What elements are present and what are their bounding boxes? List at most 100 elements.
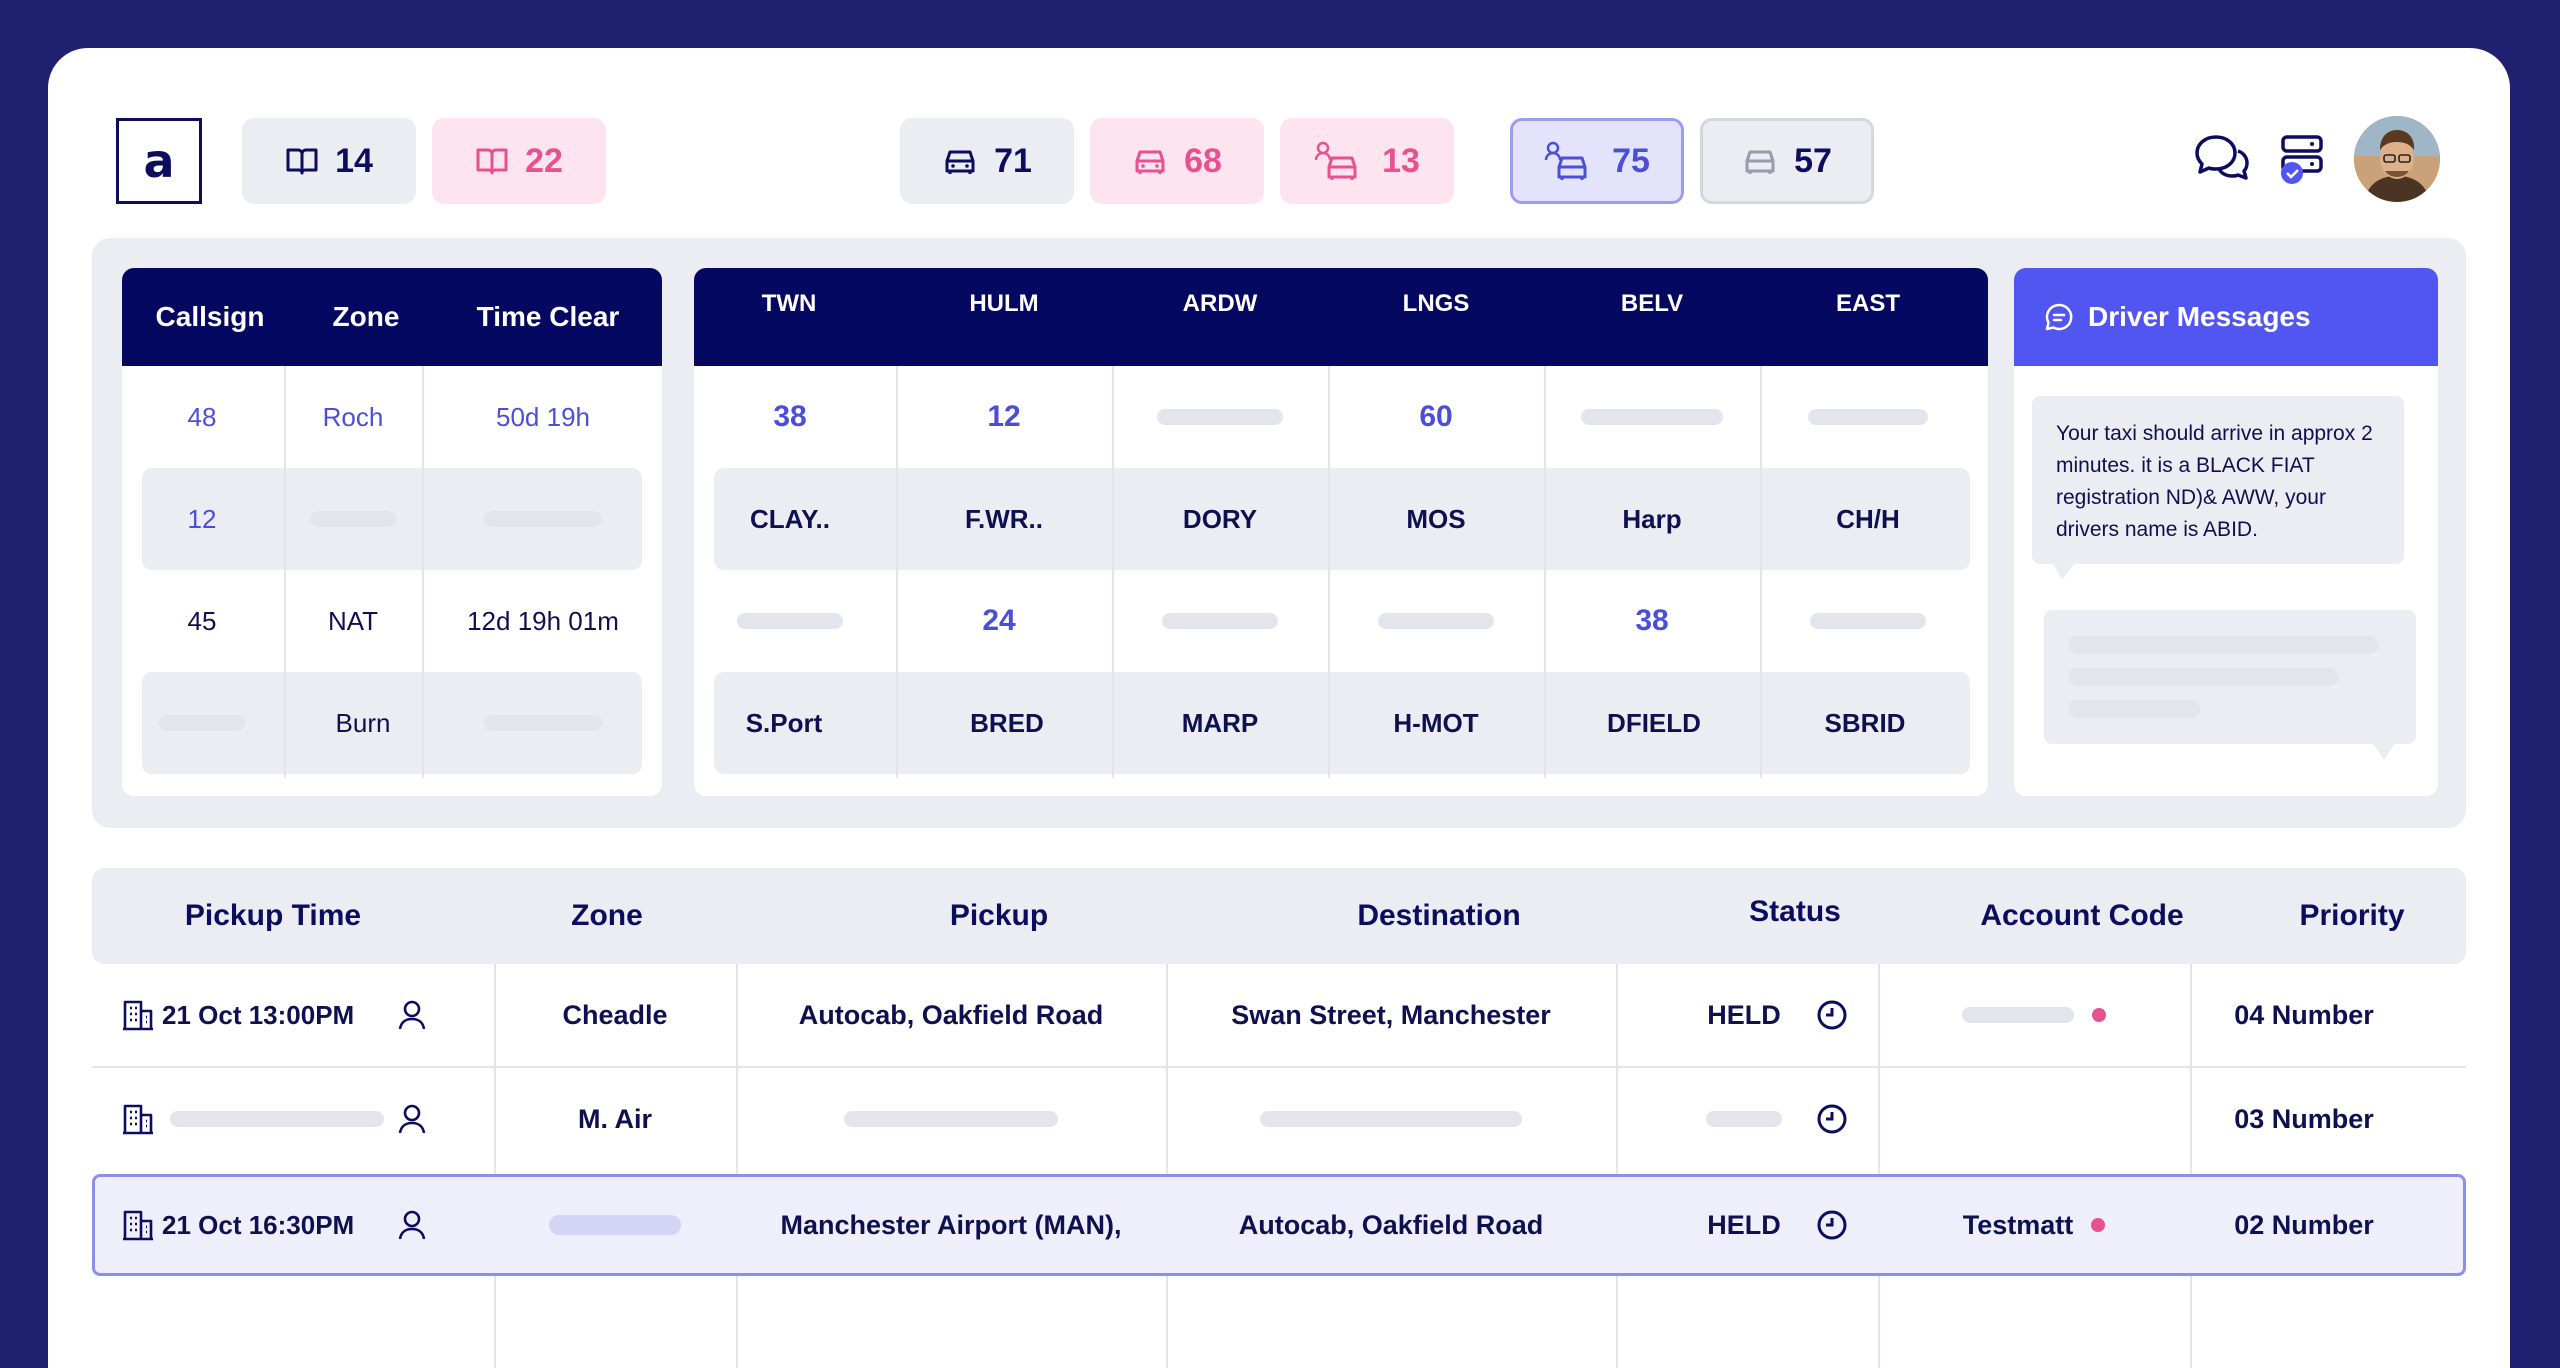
clock-icon — [1812, 1177, 1852, 1273]
zone-name-cell[interactable]: S.Port — [694, 672, 874, 774]
zone-name-cell[interactable]: F.WR.. — [896, 468, 1112, 570]
callsign-cell[interactable]: 45 — [122, 570, 282, 672]
col-status[interactable]: Status — [1664, 864, 1926, 960]
car-icon — [1745, 150, 1775, 174]
zone-placeholder — [494, 1177, 736, 1273]
app-logo[interactable]: a — [116, 118, 202, 204]
zone-name-cell[interactable]: MOS — [1328, 468, 1544, 570]
cars-driver-pending-chip[interactable]: 13 — [1280, 118, 1454, 204]
passenger-icon[interactable] — [392, 964, 432, 1066]
col-destination[interactable]: Destination — [1214, 868, 1664, 964]
driver-messages-card: Driver Messages Your taxi should arrive … — [2014, 268, 2438, 796]
status-placeholder — [1684, 1068, 1804, 1170]
zone-cell: Cheadle — [562, 999, 668, 1030]
zone-name-cell[interactable]: Harp — [1544, 468, 1760, 570]
col-time-clear: Time Clear — [476, 301, 620, 332]
user-avatar[interactable] — [2354, 116, 2440, 202]
status-cell[interactable]: HELD — [1684, 964, 1804, 1066]
zone-name-cell[interactable]: DORY — [1112, 468, 1328, 570]
cars-busy-chip[interactable]: 68 — [1090, 118, 1264, 204]
chat-icon[interactable] — [2194, 133, 2250, 185]
passenger-icon[interactable] — [392, 1068, 432, 1170]
col-east: EAST — [1835, 290, 1900, 317]
zone-count-cell[interactable]: 60 — [1328, 366, 1544, 468]
zone-placeholder — [1760, 570, 1976, 672]
zone-placeholder — [694, 570, 886, 672]
user-photo — [2354, 116, 2440, 202]
pickup-placeholder — [736, 1068, 1166, 1170]
clock-icon — [1812, 1068, 1852, 1170]
cars-driver-active-chip[interactable]: 75 — [1510, 118, 1684, 204]
zone-placeholder — [1760, 366, 1976, 468]
col-zone: Zone — [332, 301, 400, 332]
pickup-time-cell: 21 Oct 16:30PM — [162, 1209, 355, 1240]
cars-total-count: 71 — [994, 141, 1032, 180]
time-clear-cell[interactable]: 12d 19h 01m — [424, 570, 662, 672]
bookings-open-chip[interactable]: 14 — [242, 118, 416, 204]
cars-inactive-chip[interactable]: 57 — [1700, 118, 1874, 204]
zone-placeholder — [1328, 570, 1544, 672]
col-lngs: LNGS — [1402, 290, 1470, 317]
server-status-icon[interactable] — [2278, 133, 2326, 185]
zone-cell: M. Air — [578, 1103, 652, 1134]
passenger-icon[interactable] — [392, 1177, 432, 1273]
col-pickup[interactable]: Pickup — [784, 868, 1214, 964]
priority-cell: 03 Number — [2234, 1103, 2374, 1134]
col-pickup-time[interactable]: Pickup Time — [92, 868, 454, 964]
col-ardw: ARDW — [1182, 290, 1258, 317]
col-account-code[interactable]: Account Code — [1926, 868, 2238, 964]
table-row[interactable]: 21 Oct 13:00PM Cheadle Autocab, Oakfield… — [92, 964, 2466, 1066]
app-window: a 14 22 71 68 13 75 57 Callsign Zone Tim… — [48, 48, 2510, 1368]
zone-placeholder — [1544, 366, 1760, 468]
status-dot — [2091, 1218, 2106, 1232]
bookings-pending-chip[interactable]: 22 — [432, 118, 606, 204]
building-icon — [118, 1177, 158, 1273]
zone-count-cell[interactable]: 24 — [896, 570, 1102, 672]
table-row-selected[interactable]: 21 Oct 16:30PM Manchester Airport (MAN),… — [92, 1174, 2466, 1276]
message-bubble[interactable]: Your taxi should arrive in approx 2 minu… — [2032, 396, 2404, 564]
driver-car-icon — [1314, 141, 1357, 180]
col-priority[interactable]: Priority — [2238, 868, 2466, 964]
book-icon — [286, 148, 318, 175]
zone-name-cell[interactable]: MARP — [1112, 672, 1328, 774]
callsign-cell[interactable]: 48 — [122, 366, 282, 468]
dispatch-overview-panel: Callsign Zone Time Clear 48 Roch 50d 19h… — [92, 238, 2466, 828]
destination-placeholder — [1166, 1068, 1616, 1170]
zone-name-cell[interactable]: H-MOT — [1328, 672, 1544, 774]
car-icon — [1135, 150, 1165, 174]
message-icon — [2045, 303, 2073, 331]
cars-total-chip[interactable]: 71 — [900, 118, 1074, 204]
zone-placeholder — [284, 468, 422, 570]
pickup-cell: Manchester Airport (MAN), — [780, 1209, 1122, 1240]
zone-cell[interactable]: Roch — [284, 366, 422, 468]
zone-name-cell[interactable]: CLAY.. — [694, 468, 886, 570]
zone-name-cell[interactable]: DFIELD — [1544, 672, 1764, 774]
callsign-placeholder — [122, 672, 282, 774]
status-cell[interactable]: HELD — [1684, 1177, 1804, 1273]
col-zone[interactable]: Zone — [542, 868, 672, 964]
zone-count-cell[interactable]: 38 — [694, 366, 886, 468]
clock-icon — [1812, 964, 1852, 1066]
zone-cell[interactable]: NAT — [284, 570, 422, 672]
account-code-cell: Testmatt — [1878, 1177, 2190, 1273]
zone-count-cell[interactable]: 38 — [1544, 570, 1760, 672]
zone-name-cell[interactable]: SBRID — [1760, 672, 1970, 774]
col-belv: BELV — [1620, 290, 1684, 317]
table-row[interactable]: M. Air 03 Number — [92, 1068, 2466, 1170]
driver-messages-header[interactable]: Driver Messages — [2014, 268, 2438, 366]
account-code-cell — [1878, 964, 2190, 1066]
top-right-actions — [2194, 116, 2440, 202]
pickup-cell: Autocab, Oakfield Road — [798, 999, 1104, 1030]
callsign-cell[interactable]: 12 — [122, 468, 282, 570]
zone-cell[interactable]: Burn — [284, 672, 442, 774]
zone-name-cell[interactable]: BRED — [896, 672, 1118, 774]
zone-card: TWN HULM ARDW LNGS BELV EAST 38 12 60 CL… — [694, 268, 1988, 796]
col-callsign: Callsign — [155, 301, 265, 332]
time-clear-cell[interactable]: 50d 19h — [424, 366, 662, 468]
cars-driver-active-count: 75 — [1612, 141, 1650, 180]
zone-count-cell[interactable]: 12 — [896, 366, 1112, 468]
destination-cell: Swan Street, Manchester — [1231, 999, 1551, 1030]
zone-name-cell[interactable]: CH/H — [1760, 468, 1976, 570]
col-twn: TWN — [761, 290, 817, 317]
driver-messages-title: Driver Messages — [2088, 301, 2311, 332]
